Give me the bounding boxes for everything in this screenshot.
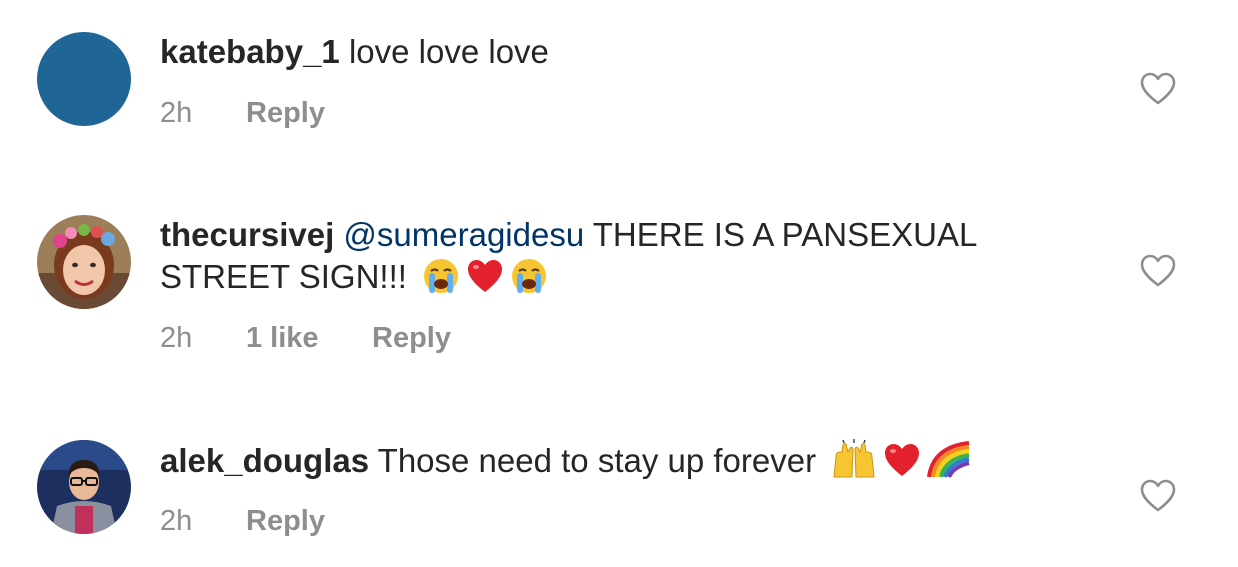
like-heart-icon[interactable] (1140, 479, 1176, 513)
comment-time: 2h (160, 505, 193, 537)
raising-hands-icon (831, 439, 877, 479)
comment-username[interactable]: alek_douglas (160, 442, 369, 479)
reply-button[interactable]: Reply (246, 504, 325, 538)
avatar[interactable] (37, 440, 131, 534)
rainbow-icon (927, 441, 971, 479)
comment-item: alek_douglas Those need to stay up forev… (0, 0, 1238, 567)
comment-text: Those need to stay up forever (369, 442, 817, 479)
comment-meta: 2h Reply (160, 504, 325, 538)
red-heart-icon (883, 441, 921, 479)
comment-body: alek_douglas Those need to stay up forev… (160, 439, 1110, 482)
